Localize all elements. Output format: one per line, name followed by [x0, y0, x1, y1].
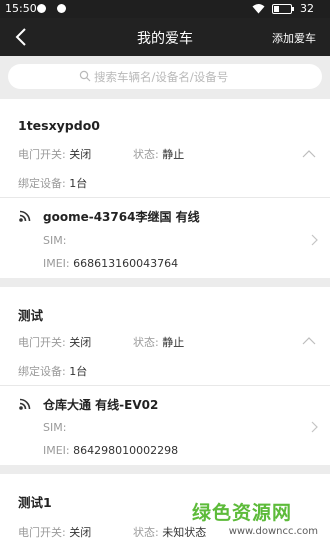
- watermark-url: www.downcc.com: [228, 526, 318, 537]
- status-time: 15:50: [5, 2, 37, 15]
- watermark-brand: 绿色资源网: [192, 502, 293, 524]
- car-card: 1tesxypdo0 电门开关: 关闭 状态: 静止 绑定设备: 1台 goom…: [0, 99, 330, 278]
- wifi-icon: [252, 4, 265, 14]
- imei-label: IMEI:: [43, 257, 70, 270]
- add-car-button[interactable]: 添加爱车: [272, 30, 316, 46]
- door-status: 电门开关: 关闭: [18, 146, 91, 162]
- bound-label: 绑定设备:: [18, 177, 66, 190]
- imei-value: 668613160043764: [73, 257, 179, 270]
- car-name: 1tesxypdo0: [18, 118, 100, 133]
- door-label: 电门开关:: [18, 336, 66, 349]
- device-name: goome-43764李继国 有线: [43, 210, 200, 224]
- search-icon: [79, 70, 91, 82]
- bound-value: 1台: [69, 365, 88, 378]
- search-box[interactable]: [8, 64, 322, 89]
- device-sim: SIM:: [43, 421, 66, 434]
- state-label: 状态:: [133, 336, 159, 349]
- collapse-chevron-icon[interactable]: [302, 336, 316, 345]
- state-value: 静止: [162, 148, 185, 161]
- bound-label: 绑定设备:: [18, 365, 66, 378]
- divider: [0, 385, 330, 386]
- search-area: [0, 56, 330, 96]
- sim-label: SIM:: [43, 421, 67, 434]
- imei-label: IMEI:: [43, 444, 70, 457]
- device-name: 仓库大通 有线-EV02: [43, 398, 159, 412]
- door-value: 关闭: [69, 148, 92, 161]
- state-value: 静止: [162, 336, 185, 349]
- bound-devices: 绑定设备: 1台: [18, 363, 87, 379]
- sim-label: SIM:: [43, 234, 67, 247]
- signal-icon: [19, 210, 31, 222]
- signal-icon: [19, 398, 31, 410]
- state-label: 状态:: [133, 526, 159, 539]
- car-name: 测试: [18, 308, 44, 323]
- collapse-chevron-icon[interactable]: [302, 149, 316, 158]
- door-value: 关闭: [69, 336, 92, 349]
- battery-level: [274, 6, 279, 12]
- account-notification-icon: [57, 4, 66, 13]
- motion-status: 状态: 静止: [133, 334, 184, 350]
- status-bar: 15:50 32: [0, 0, 330, 18]
- notification-icon: [37, 4, 46, 13]
- door-status: 电门开关: 关闭: [18, 334, 91, 350]
- battery-icon: [272, 4, 294, 14]
- bound-devices: 绑定设备: 1台: [18, 175, 87, 191]
- search-input[interactable]: [94, 67, 294, 86]
- motion-status: 状态: 静止: [133, 146, 184, 162]
- door-value: 关闭: [69, 526, 92, 539]
- door-status: 电门开关: 关闭: [18, 524, 91, 540]
- imei-value: 864298010002298: [73, 444, 179, 457]
- device-sim: SIM:: [43, 234, 66, 247]
- divider: [0, 197, 330, 198]
- device-imei: IMEI: 668613160043764: [43, 257, 178, 270]
- car-card: 测试 电门开关: 关闭 状态: 静止 绑定设备: 1台 仓库大通 有线-EV02…: [0, 287, 330, 465]
- car-name: 测试1: [18, 495, 52, 510]
- battery-percent: 32: [300, 2, 314, 15]
- state-label: 状态:: [133, 148, 159, 161]
- chevron-right-icon[interactable]: [311, 421, 318, 433]
- nav-bar: 我的爱车 添加爱车: [0, 18, 330, 56]
- chevron-right-icon[interactable]: [311, 234, 318, 246]
- device-imei: IMEI: 864298010002298: [43, 444, 178, 457]
- bound-value: 1台: [69, 177, 88, 190]
- door-label: 电门开关:: [18, 526, 66, 539]
- watermark: 绿色资源网 www.downcc.com: [192, 498, 318, 537]
- door-label: 电门开关:: [18, 148, 66, 161]
